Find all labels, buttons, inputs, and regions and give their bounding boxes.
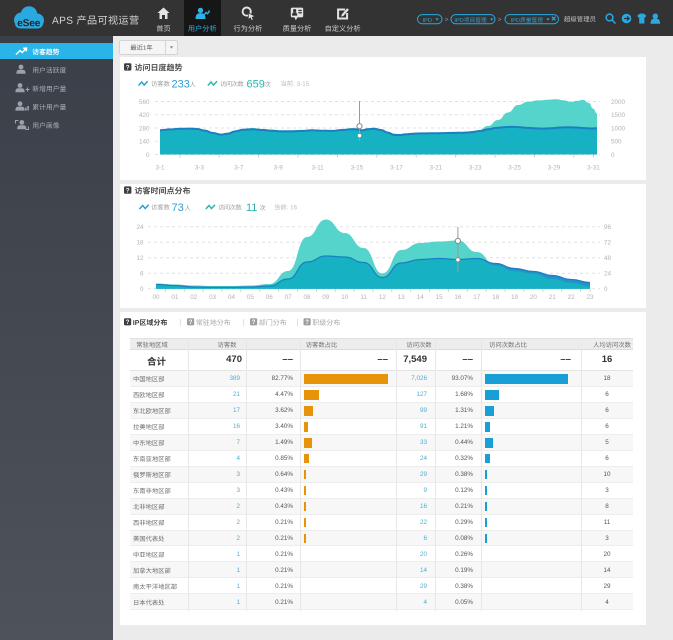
svg-text:420: 420: [139, 112, 150, 119]
svg-text:09: 09: [322, 294, 330, 301]
svg-text:0: 0: [611, 152, 615, 159]
svg-text:03: 03: [209, 294, 217, 301]
svg-text:3-17: 3-17: [390, 165, 403, 172]
svg-text:?: ?: [126, 320, 130, 326]
svg-text:05: 05: [247, 294, 255, 301]
svg-text:140: 140: [139, 139, 150, 146]
svg-text:10: 10: [341, 294, 349, 301]
svg-text:13: 13: [398, 294, 406, 301]
svg-text:21: 21: [549, 294, 557, 301]
svg-text:|: |: [297, 320, 299, 327]
svg-text:?: ?: [252, 320, 256, 326]
svg-text:0: 0: [146, 152, 150, 159]
svg-text:3-11: 3-11: [312, 165, 325, 172]
svg-text:?: ?: [126, 188, 130, 195]
svg-text:48: 48: [604, 255, 612, 262]
svg-text:06: 06: [266, 294, 274, 301]
svg-text:>: >: [498, 17, 502, 24]
svg-text:08: 08: [303, 294, 311, 301]
svg-text:17: 17: [473, 294, 481, 301]
svg-text:24: 24: [136, 224, 144, 231]
svg-text:11: 11: [360, 294, 367, 301]
svg-text:12: 12: [136, 255, 144, 262]
svg-text:6: 6: [140, 271, 144, 278]
svg-text:73: 73: [172, 202, 184, 214]
svg-text:?: ?: [126, 64, 130, 71]
svg-text:280: 280: [139, 125, 150, 132]
svg-text:11: 11: [246, 202, 257, 214]
svg-text:16: 16: [454, 294, 462, 301]
svg-text:3-23: 3-23: [469, 165, 482, 172]
svg-text:233: 233: [172, 78, 190, 90]
svg-text:14: 14: [417, 294, 425, 301]
svg-text:04: 04: [228, 294, 236, 301]
svg-text:96: 96: [604, 224, 612, 231]
svg-text:20: 20: [530, 294, 538, 301]
svg-text:00: 00: [152, 294, 160, 301]
svg-text:659: 659: [247, 78, 265, 90]
svg-text:3-15: 3-15: [351, 165, 364, 172]
svg-text:22: 22: [568, 294, 576, 301]
svg-text:500: 500: [611, 139, 622, 146]
svg-text:72: 72: [604, 240, 612, 247]
svg-text:2000: 2000: [611, 99, 626, 106]
svg-text:560: 560: [139, 99, 150, 106]
svg-text:1500: 1500: [611, 112, 626, 119]
svg-text:18: 18: [492, 294, 500, 301]
svg-text:24: 24: [604, 271, 612, 278]
svg-text:12: 12: [379, 294, 387, 301]
svg-text:|: |: [180, 320, 182, 327]
svg-text:|: |: [243, 320, 245, 327]
svg-text:02: 02: [190, 294, 198, 301]
svg-text:07: 07: [285, 294, 293, 301]
svg-text:3-9: 3-9: [274, 165, 284, 172]
svg-text:19: 19: [511, 294, 519, 301]
svg-text:3-29: 3-29: [548, 165, 561, 172]
svg-text:?: ?: [189, 320, 193, 326]
svg-text:0: 0: [140, 286, 144, 293]
svg-text:18: 18: [136, 240, 144, 247]
svg-text:1000: 1000: [611, 125, 626, 132]
svg-text:01: 01: [171, 294, 179, 301]
svg-text:3-31: 3-31: [587, 165, 600, 172]
svg-text:?: ?: [305, 320, 309, 326]
svg-text:3-3: 3-3: [195, 165, 205, 172]
svg-text:23: 23: [586, 294, 594, 301]
svg-text:3-21: 3-21: [429, 165, 442, 172]
svg-text:3-25: 3-25: [508, 165, 521, 172]
svg-text:3-1: 3-1: [155, 165, 165, 172]
svg-text:0: 0: [604, 286, 608, 293]
svg-text:3-7: 3-7: [234, 165, 244, 172]
svg-text:15: 15: [436, 294, 444, 301]
svg-text:>: >: [445, 17, 449, 24]
